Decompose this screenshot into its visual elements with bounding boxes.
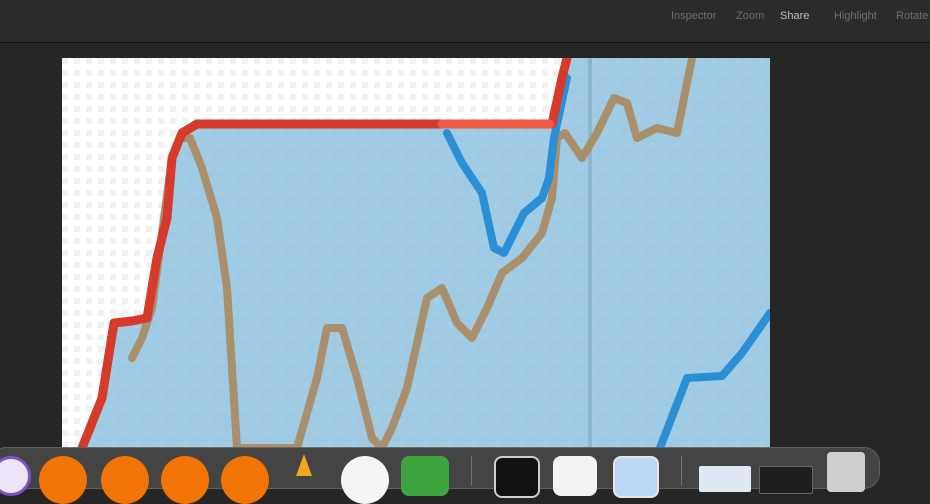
vscode-icon[interactable] bbox=[553, 456, 597, 496]
screenshot-thumbnail-icon[interactable] bbox=[759, 466, 813, 494]
finder-window-icon[interactable] bbox=[613, 456, 659, 498]
preview-toolbar: Inspector Zoom Share Highlight Rotate bbox=[0, 0, 930, 43]
orange-app-icon[interactable] bbox=[39, 456, 87, 504]
vlc-cone-icon[interactable] bbox=[296, 454, 312, 476]
inspector-button[interactable]: Inspector bbox=[671, 10, 716, 22]
chart-image-svg bbox=[62, 58, 770, 448]
document-canvas bbox=[0, 43, 930, 474]
android-app-icon[interactable] bbox=[341, 456, 389, 504]
terminal-icon[interactable] bbox=[494, 456, 540, 498]
macos-dock bbox=[0, 447, 880, 504]
share-button[interactable]: Share bbox=[780, 10, 809, 22]
zoomed-chart-image bbox=[62, 58, 770, 448]
screenshot-thumbnail-icon[interactable] bbox=[699, 466, 751, 492]
dock-separator bbox=[681, 456, 682, 486]
orange-app-icon[interactable] bbox=[221, 456, 269, 504]
numbers-grid-icon[interactable] bbox=[401, 456, 449, 496]
dock-separator bbox=[471, 456, 472, 486]
trash-icon[interactable] bbox=[827, 452, 865, 492]
highlight-button[interactable]: Highlight bbox=[834, 10, 877, 22]
orange-app-icon[interactable] bbox=[161, 456, 209, 504]
orange-app-icon[interactable] bbox=[101, 456, 149, 504]
rotate-button[interactable]: Rotate bbox=[896, 10, 928, 22]
zoom-button[interactable]: Zoom bbox=[736, 10, 764, 22]
purple-app-icon[interactable] bbox=[0, 456, 31, 496]
